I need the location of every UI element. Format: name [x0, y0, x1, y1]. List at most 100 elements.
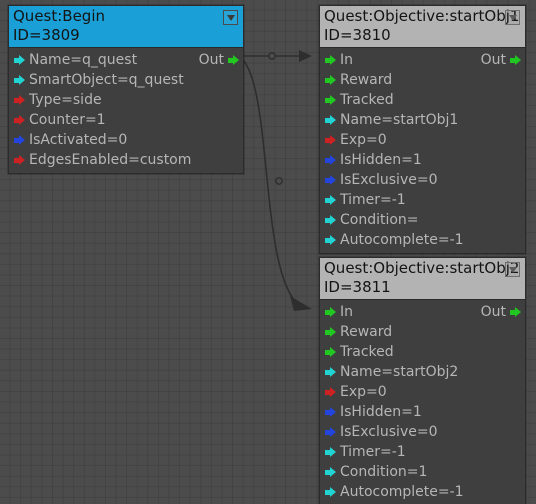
port-arrow-icon[interactable]	[325, 235, 336, 246]
node-header[interactable]: Quest:Objective:startObj2 ID=3811	[320, 258, 525, 300]
port-row[interactable]: Condition=1	[320, 462, 525, 482]
port-label: Tracked	[340, 343, 394, 360]
node-quest-objective-startobj2[interactable]: Quest:Objective:startObj2 ID=3811 In Out…	[319, 257, 526, 504]
edge-arrowhead	[299, 50, 312, 62]
port-arrow-icon[interactable]	[510, 55, 521, 66]
port-row[interactable]: Counter=1	[9, 110, 243, 130]
port-row[interactable]: Name=startObj2	[320, 362, 525, 382]
node-body: In Out Reward Tracked Name=startObj2 Exp…	[320, 300, 525, 504]
node-id: ID=3811	[324, 278, 391, 296]
port-arrow-icon[interactable]	[325, 135, 336, 146]
port-row[interactable]: Autocomplete=-1	[320, 230, 525, 250]
port-arrow-icon[interactable]	[14, 135, 25, 146]
port-arrow-icon[interactable]	[325, 327, 336, 338]
output-port-label: Out	[198, 51, 224, 68]
edge-midpoint-handle[interactable]	[275, 177, 283, 185]
port-arrow-icon[interactable]	[325, 347, 336, 358]
port-label: Condition=	[340, 211, 419, 228]
port-arrow-icon[interactable]	[325, 427, 336, 438]
port-row[interactable]: Name=startObj1	[320, 110, 525, 130]
port-arrow-icon[interactable]	[325, 487, 336, 498]
port-label: Counter=1	[29, 111, 106, 128]
output-port[interactable]: Out	[481, 50, 521, 70]
node-quest-objective-startobj1[interactable]: Quest:Objective:startObj1 ID=3810 In Out…	[319, 5, 526, 254]
port-arrow-icon[interactable]	[325, 115, 336, 126]
port-row[interactable]: Name=q_quest Out	[9, 50, 243, 70]
port-arrow-icon[interactable]	[325, 95, 336, 106]
port-arrow-icon[interactable]	[325, 215, 336, 226]
port-label: Autocomplete=-1	[340, 231, 464, 248]
node-graph-canvas[interactable]: Quest:Begin ID=3809 Name=q_quest Out Sma…	[0, 0, 536, 504]
node-body: In Out Reward Tracked Name=startObj1 Exp…	[320, 48, 525, 253]
port-arrow-icon[interactable]	[325, 155, 336, 166]
port-arrow-icon[interactable]	[325, 195, 336, 206]
port-label: IsHidden=1	[340, 403, 422, 420]
port-label: Exp=0	[340, 131, 387, 148]
node-title: Quest:Objective:startObj1	[324, 7, 520, 25]
port-label: IsExclusive=0	[340, 423, 438, 440]
port-arrow-icon[interactable]	[325, 175, 336, 186]
port-row[interactable]: Timer=-1	[320, 442, 525, 462]
port-row[interactable]: Tracked	[320, 342, 525, 362]
port-label: Reward	[340, 323, 393, 340]
port-label: Name=q_quest	[29, 51, 138, 68]
port-arrow-icon[interactable]	[14, 115, 25, 126]
port-label: IsHidden=1	[340, 151, 422, 168]
port-row[interactable]: In Out	[320, 50, 525, 70]
chevron-down-icon[interactable]	[223, 10, 238, 25]
port-row[interactable]: IsExclusive=0	[320, 422, 525, 442]
port-arrow-icon[interactable]	[510, 307, 521, 318]
port-row[interactable]: IsExclusive=0	[320, 170, 525, 190]
port-label: IsExclusive=0	[340, 171, 438, 188]
port-arrow-icon[interactable]	[325, 307, 336, 318]
port-arrow-icon[interactable]	[325, 447, 336, 458]
port-label: Name=startObj2	[340, 363, 459, 380]
port-arrow-icon[interactable]	[325, 75, 336, 86]
port-arrow-icon[interactable]	[325, 367, 336, 378]
port-row[interactable]: In Out	[320, 302, 525, 322]
port-arrow-icon[interactable]	[14, 155, 25, 166]
port-arrow-icon[interactable]	[325, 55, 336, 66]
chevron-down-icon[interactable]	[505, 262, 520, 277]
port-row[interactable]: Exp=0	[320, 130, 525, 150]
port-arrow-icon[interactable]	[325, 387, 336, 398]
port-arrow-icon[interactable]	[14, 95, 25, 106]
port-arrow-icon[interactable]	[228, 55, 239, 66]
node-quest-begin[interactable]: Quest:Begin ID=3809 Name=q_quest Out Sma…	[8, 5, 244, 174]
port-row[interactable]: SmartObject=q_quest	[9, 70, 243, 90]
edge-begin-to-objective1[interactable]	[238, 50, 312, 62]
port-row[interactable]: Tracked	[320, 90, 525, 110]
port-label: EdgesEnabled=custom	[29, 151, 192, 168]
port-arrow-icon[interactable]	[325, 407, 336, 418]
output-port-label: Out	[480, 303, 506, 320]
port-row[interactable]: Autocomplete=-1	[320, 482, 525, 502]
port-arrow-icon[interactable]	[325, 467, 336, 478]
chevron-down-icon[interactable]	[505, 10, 520, 25]
output-port[interactable]: Out	[199, 50, 239, 70]
port-row[interactable]: IsHidden=1	[320, 402, 525, 422]
port-row[interactable]: IsActivated=0	[9, 130, 243, 150]
port-row[interactable]: Condition=	[320, 210, 525, 230]
port-row[interactable]: Reward	[320, 70, 525, 90]
node-title: Quest:Objective:startObj2	[324, 259, 520, 277]
port-label: In	[340, 51, 354, 68]
port-label: Type=side	[29, 91, 102, 108]
edge-begin-to-objective2[interactable]	[237, 55, 312, 311]
port-label: Reward	[340, 71, 393, 88]
node-header[interactable]: Quest:Begin ID=3809	[9, 6, 243, 48]
node-header[interactable]: Quest:Objective:startObj1 ID=3810	[320, 6, 525, 48]
port-label: Tracked	[340, 91, 394, 108]
edge-midpoint-handle[interactable]	[268, 52, 276, 60]
port-arrow-icon[interactable]	[14, 55, 25, 66]
port-row[interactable]: Timer=-1	[320, 190, 525, 210]
port-row[interactable]: Type=side	[9, 90, 243, 110]
port-row[interactable]: Reward	[320, 322, 525, 342]
port-row[interactable]: Exp=0	[320, 382, 525, 402]
port-row[interactable]: EdgesEnabled=custom	[9, 150, 243, 170]
port-arrow-icon[interactable]	[14, 75, 25, 86]
output-port[interactable]: Out	[481, 302, 521, 322]
edge-arrowhead	[290, 296, 312, 311]
port-label: SmartObject=q_quest	[29, 71, 184, 88]
node-id: ID=3809	[13, 26, 80, 44]
port-row[interactable]: IsHidden=1	[320, 150, 525, 170]
